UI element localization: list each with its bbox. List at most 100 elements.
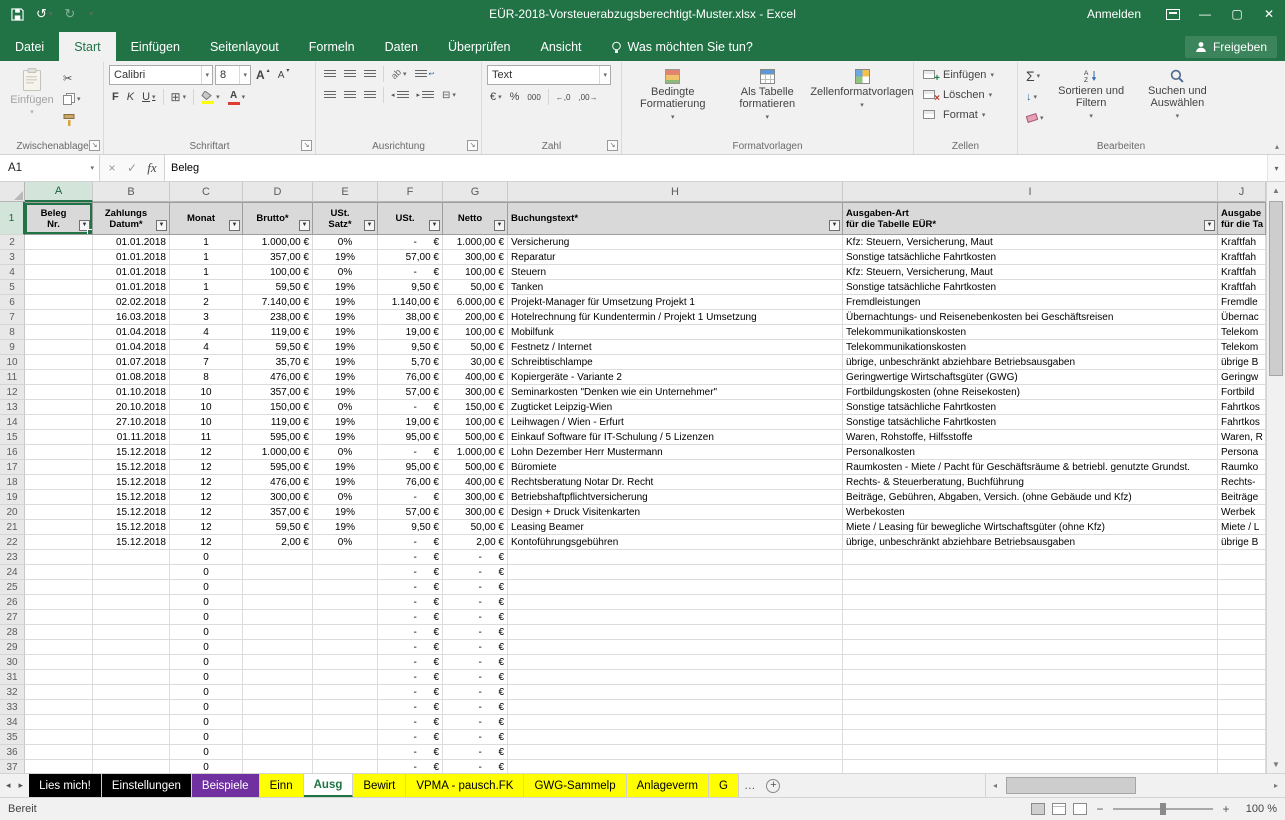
cell-c16[interactable]: 12 xyxy=(170,445,243,460)
cell-j36[interactable] xyxy=(1218,745,1266,760)
filter-dropdown-d[interactable]: ▼ xyxy=(299,220,310,231)
cell-i19[interactable]: Beiträge, Gebühren, Abgaben, Versich. (o… xyxy=(843,490,1218,505)
cell-i28[interactable] xyxy=(843,625,1218,640)
cell-c10[interactable]: 7 xyxy=(170,355,243,370)
cell-i2[interactable]: Kfz: Steuern, Versicherung, Maut xyxy=(843,235,1218,250)
cell-b35[interactable] xyxy=(93,730,170,745)
cell-i22[interactable]: übrige, unbeschränkt abziehbare Betriebs… xyxy=(843,535,1218,550)
cell-d25[interactable] xyxy=(243,580,313,595)
cell-d7[interactable]: 238,00 € xyxy=(243,310,313,325)
row-number-17[interactable]: 17 xyxy=(0,460,25,475)
sheet-tab-bewirt[interactable]: Bewirt xyxy=(353,774,406,797)
column-header-d[interactable]: D xyxy=(243,182,313,202)
row-number-2[interactable]: 2 xyxy=(0,235,25,250)
page-layout-view-button[interactable] xyxy=(1052,803,1066,815)
cell-b21[interactable]: 15.12.2018 xyxy=(93,520,170,535)
cell-a2[interactable] xyxy=(25,235,93,250)
cell-b6[interactable]: 02.02.2018 xyxy=(93,295,170,310)
row-number-36[interactable]: 36 xyxy=(0,745,25,760)
column-header-j[interactable]: J xyxy=(1218,182,1266,202)
cell-d6[interactable]: 7.140,00 € xyxy=(243,295,313,310)
clipboard-dialog-launcher[interactable]: ↘ xyxy=(89,140,100,151)
column-header-f[interactable]: F xyxy=(378,182,443,202)
cell-d2[interactable]: 1.000,00 € xyxy=(243,235,313,250)
cell-g21[interactable]: 50,00 € xyxy=(443,520,508,535)
cell-g7[interactable]: 200,00 € xyxy=(443,310,508,325)
cell-b30[interactable] xyxy=(93,655,170,670)
cell-h36[interactable] xyxy=(508,745,843,760)
cell-a34[interactable] xyxy=(25,715,93,730)
cell-i35[interactable] xyxy=(843,730,1218,745)
cell-j18[interactable]: Rechts- xyxy=(1218,475,1266,490)
cell-h8[interactable]: Mobilfunk xyxy=(508,325,843,340)
filter-dropdown-h[interactable]: ▼ xyxy=(829,220,840,231)
increase-indent-button[interactable]: ▸ xyxy=(414,86,438,104)
cell-f10[interactable]: 5,70 € xyxy=(378,355,443,370)
scroll-left-button[interactable]: ◂ xyxy=(986,781,1004,790)
cell-d29[interactable] xyxy=(243,640,313,655)
cell-i4[interactable]: Kfz: Steuern, Versicherung, Maut xyxy=(843,265,1218,280)
minimize-button[interactable]: — xyxy=(1189,0,1221,28)
cell-c4[interactable]: 1 xyxy=(170,265,243,280)
cell-f18[interactable]: 76,00 € xyxy=(378,475,443,490)
cell-b31[interactable] xyxy=(93,670,170,685)
row-number-5[interactable]: 5 xyxy=(0,280,25,295)
row-number-6[interactable]: 6 xyxy=(0,295,25,310)
cell-j26[interactable] xyxy=(1218,595,1266,610)
cell-h26[interactable] xyxy=(508,595,843,610)
cell-e32[interactable] xyxy=(313,685,378,700)
cell-i12[interactable]: Fortbildungskosten (ohne Reisekosten) xyxy=(843,385,1218,400)
cell-i14[interactable]: Sonstige tatsächliche Fahrtkosten xyxy=(843,415,1218,430)
cell-a4[interactable] xyxy=(25,265,93,280)
filter-dropdown-c[interactable]: ▼ xyxy=(229,220,240,231)
cell-c20[interactable]: 12 xyxy=(170,505,243,520)
cell-a12[interactable] xyxy=(25,385,93,400)
zoom-out-button[interactable]: − xyxy=(1094,802,1106,816)
accounting-format-button[interactable]: €▾ xyxy=(487,88,505,106)
cell-e28[interactable] xyxy=(313,625,378,640)
row-number-14[interactable]: 14 xyxy=(0,415,25,430)
sheet-tab-vpma-pausch-fk[interactable]: VPMA - pausch.FK xyxy=(406,774,524,797)
cell-h6[interactable]: Projekt-Manager für Umsetzung Projekt 1 xyxy=(508,295,843,310)
cell-g13[interactable]: 150,00 € xyxy=(443,400,508,415)
cell-h22[interactable]: Kontoführungsgebühren xyxy=(508,535,843,550)
header-cell-a1[interactable]: BelegNr.▼ xyxy=(25,202,93,235)
insert-function-button[interactable]: fx xyxy=(142,160,162,176)
cell-e13[interactable]: 0% xyxy=(313,400,378,415)
cell-j3[interactable]: Kraftfah xyxy=(1218,250,1266,265)
sort-filter-button[interactable]: AZ Sortieren und Filtern ▾ xyxy=(1050,65,1133,137)
cell-e30[interactable] xyxy=(313,655,378,670)
sheet-tab-lies-mich[interactable]: Lies mich! xyxy=(29,774,102,797)
header-cell-e1[interactable]: USt.Satz*▼ xyxy=(313,202,378,235)
cell-h33[interactable] xyxy=(508,700,843,715)
cell-j20[interactable]: Werbek xyxy=(1218,505,1266,520)
cell-b13[interactable]: 20.10.2018 xyxy=(93,400,170,415)
cell-f29[interactable]: - € xyxy=(378,640,443,655)
clear-button[interactable]: ▾ xyxy=(1023,109,1047,127)
cell-j37[interactable] xyxy=(1218,760,1266,773)
number-dialog-launcher[interactable]: ↘ xyxy=(607,140,618,151)
row-number-23[interactable]: 23 xyxy=(0,550,25,565)
cell-d24[interactable] xyxy=(243,565,313,580)
cell-a16[interactable] xyxy=(25,445,93,460)
cell-a9[interactable] xyxy=(25,340,93,355)
cell-d9[interactable]: 59,50 € xyxy=(243,340,313,355)
cell-j25[interactable] xyxy=(1218,580,1266,595)
cell-d14[interactable]: 119,00 € xyxy=(243,415,313,430)
cell-d8[interactable]: 119,00 € xyxy=(243,325,313,340)
cell-i17[interactable]: Raumkosten - Miete / Pacht für Geschäfts… xyxy=(843,460,1218,475)
cell-d4[interactable]: 100,00 € xyxy=(243,265,313,280)
align-left-button[interactable] xyxy=(321,86,339,104)
cell-a22[interactable] xyxy=(25,535,93,550)
cell-b11[interactable]: 01.08.2018 xyxy=(93,370,170,385)
cell-i31[interactable] xyxy=(843,670,1218,685)
sheet-nav-left-button[interactable]: ◂ xyxy=(6,780,11,791)
column-header-g[interactable]: G xyxy=(443,182,508,202)
row-number-30[interactable]: 30 xyxy=(0,655,25,670)
name-box[interactable]: A1▾ xyxy=(0,155,100,181)
cell-f21[interactable]: 9,50 € xyxy=(378,520,443,535)
cell-g25[interactable]: - € xyxy=(443,580,508,595)
cell-c24[interactable]: 0 xyxy=(170,565,243,580)
align-right-button[interactable] xyxy=(361,86,379,104)
cell-f24[interactable]: - € xyxy=(378,565,443,580)
